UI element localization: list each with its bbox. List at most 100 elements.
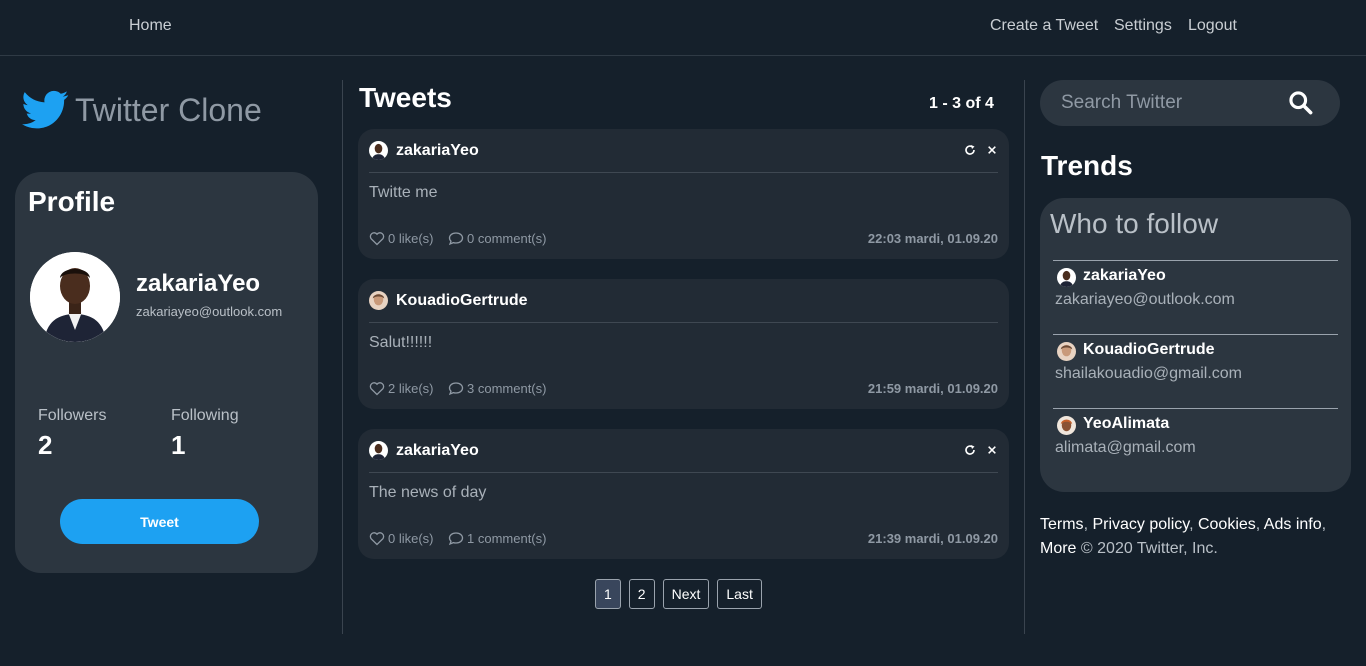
tweet-header: zakariaYeo bbox=[369, 141, 998, 173]
tweet-actions bbox=[964, 143, 998, 157]
heart-icon bbox=[369, 382, 385, 396]
follow-email: shailakouadio@gmail.com bbox=[1055, 365, 1242, 382]
tweet-card: zakariaYeo Twitte me 0 like(s) 0 comment… bbox=[358, 129, 1009, 259]
follow-name: YeoAlimata bbox=[1083, 415, 1170, 432]
tweet-author[interactable]: zakariaYeo bbox=[396, 442, 479, 460]
separator: , bbox=[1189, 516, 1198, 533]
refresh-icon[interactable] bbox=[964, 443, 976, 457]
refresh-icon[interactable] bbox=[964, 143, 976, 157]
ads-info-link[interactable]: Ads info bbox=[1264, 516, 1322, 533]
tweet-text: Twitte me bbox=[369, 184, 438, 201]
like-button[interactable]: 0 like(s) bbox=[369, 231, 434, 246]
tweet-header: zakariaYeo bbox=[369, 441, 998, 473]
likes-count: 2 like(s) bbox=[388, 381, 434, 396]
top-navbar: Home Create a Tweet Settings Logout bbox=[0, 0, 1366, 56]
tweet-footer: 0 like(s) 1 comment(s) 21:39 mardi, 01.0… bbox=[369, 529, 998, 547]
tweet-text: The news of day bbox=[369, 484, 487, 501]
like-button[interactable]: 2 like(s) bbox=[369, 381, 434, 396]
tweet-footer: 0 like(s) 0 comment(s) 22:03 mardi, 01.0… bbox=[369, 229, 998, 247]
tweet-card: zakariaYeo The news of day 0 like(s) 1 c… bbox=[358, 429, 1009, 559]
tweet-footer: 2 like(s) 3 comment(s) 21:59 mardi, 01.0… bbox=[369, 379, 998, 397]
follow-email: alimata@gmail.com bbox=[1055, 439, 1196, 456]
separator: , bbox=[1321, 516, 1327, 533]
brand-name: Twitter Clone bbox=[75, 91, 262, 128]
comment-icon bbox=[448, 532, 464, 546]
tweet-author[interactable]: KouadioGertrude bbox=[396, 292, 528, 310]
twitter-bird-icon bbox=[22, 90, 69, 129]
follow-name: zakariaYeo bbox=[1083, 267, 1166, 284]
tweet-actions bbox=[964, 443, 998, 457]
likes-count: 0 like(s) bbox=[388, 531, 434, 546]
copyright: © 2020 Twitter, Inc. bbox=[1080, 540, 1218, 557]
avatar bbox=[1057, 416, 1076, 435]
tweets-heading: Tweets bbox=[359, 82, 452, 113]
comment-button[interactable]: 0 comment(s) bbox=[448, 231, 546, 246]
cookies-link[interactable]: Cookies bbox=[1198, 516, 1256, 533]
column-divider bbox=[1024, 80, 1025, 634]
tweet-header: KouadioGertrude bbox=[369, 291, 998, 323]
tweet-date: 21:39 mardi, 01.09.20 bbox=[867, 531, 998, 546]
tweet-date: 21:59 mardi, 01.09.20 bbox=[867, 381, 998, 396]
profile-username: zakariaYeo bbox=[136, 270, 261, 297]
comment-button[interactable]: 3 comment(s) bbox=[448, 381, 546, 396]
follow-suggestion[interactable]: YeoAlimata alimata@gmail.com bbox=[1053, 408, 1338, 482]
search-bar bbox=[1040, 80, 1340, 126]
pagination: 1 2 Next Last bbox=[595, 579, 762, 609]
comments-count: 1 comment(s) bbox=[467, 531, 547, 546]
comments-count: 3 comment(s) bbox=[467, 381, 547, 396]
next-page-button[interactable]: Next bbox=[662, 579, 710, 609]
tweets-range: 1 - 3 of 4 bbox=[929, 95, 994, 112]
comment-icon bbox=[448, 382, 464, 396]
comments-count: 0 comment(s) bbox=[467, 231, 547, 246]
avatar bbox=[369, 291, 388, 310]
avatar bbox=[369, 141, 388, 160]
follow-suggestion[interactable]: KouadioGertrude shailakouadio@gmail.com bbox=[1053, 334, 1338, 408]
heart-icon bbox=[369, 232, 385, 246]
avatar bbox=[369, 441, 388, 460]
separator: , bbox=[1255, 516, 1264, 533]
who-to-follow-heading: Who to follow bbox=[1050, 208, 1219, 239]
likes-count: 0 like(s) bbox=[388, 231, 434, 246]
tweet-button[interactable]: Tweet bbox=[60, 499, 259, 544]
privacy-policy-link[interactable]: Privacy policy bbox=[1092, 516, 1189, 533]
nav-create-tweet-link[interactable]: Create a Tweet bbox=[990, 17, 1098, 35]
trends-heading: Trends bbox=[1041, 150, 1133, 181]
close-icon[interactable] bbox=[986, 143, 998, 157]
column-divider bbox=[342, 80, 343, 634]
tweet-date: 22:03 mardi, 01.09.20 bbox=[867, 231, 998, 246]
following-count[interactable]: 1 bbox=[171, 430, 185, 461]
followers-count[interactable]: 2 bbox=[38, 430, 52, 461]
brand-logo[interactable]: Twitter Clone bbox=[22, 88, 262, 132]
tweet-card: KouadioGertrude Salut!!!!!! 2 like(s) 3 … bbox=[358, 279, 1009, 409]
last-page-button[interactable]: Last bbox=[717, 579, 762, 609]
following-label[interactable]: Following bbox=[171, 407, 239, 425]
page-1-button[interactable]: 1 bbox=[595, 579, 621, 609]
tweet-author[interactable]: zakariaYeo bbox=[396, 142, 479, 160]
footer: Terms, Privacy policy, Cookies, Ads info… bbox=[1040, 513, 1340, 561]
more-link[interactable]: More bbox=[1040, 540, 1076, 557]
page-2-button[interactable]: 2 bbox=[628, 579, 655, 609]
avatar bbox=[30, 252, 120, 342]
avatar bbox=[1057, 342, 1076, 361]
nav-logout-link[interactable]: Logout bbox=[1188, 17, 1237, 35]
heart-icon bbox=[369, 532, 385, 546]
who-to-follow-card: Who to follow zakariaYeo zakariayeo@outl… bbox=[1040, 198, 1351, 492]
nav-home-link[interactable]: Home bbox=[129, 17, 172, 35]
close-icon[interactable] bbox=[986, 443, 998, 457]
search-input[interactable] bbox=[1061, 91, 1281, 115]
like-button[interactable]: 0 like(s) bbox=[369, 531, 434, 546]
follow-suggestion[interactable]: zakariaYeo zakariayeo@outlook.com bbox=[1053, 260, 1338, 334]
follow-name: KouadioGertrude bbox=[1083, 341, 1215, 358]
nav-settings-link[interactable]: Settings bbox=[1114, 17, 1172, 35]
profile-card: Profile zakariaYeo zakariayeo@outlook.co… bbox=[15, 172, 318, 573]
followers-label[interactable]: Followers bbox=[38, 407, 106, 425]
terms-link[interactable]: Terms bbox=[1040, 516, 1084, 533]
comment-icon bbox=[448, 232, 464, 246]
profile-email: zakariayeo@outlook.com bbox=[136, 304, 283, 319]
profile-heading: Profile bbox=[28, 186, 116, 217]
follow-email: zakariayeo@outlook.com bbox=[1055, 291, 1235, 308]
avatar bbox=[1057, 268, 1076, 287]
search-icon[interactable] bbox=[1287, 89, 1314, 116]
comment-button[interactable]: 1 comment(s) bbox=[448, 531, 546, 546]
tweet-text: Salut!!!!!! bbox=[369, 334, 433, 351]
